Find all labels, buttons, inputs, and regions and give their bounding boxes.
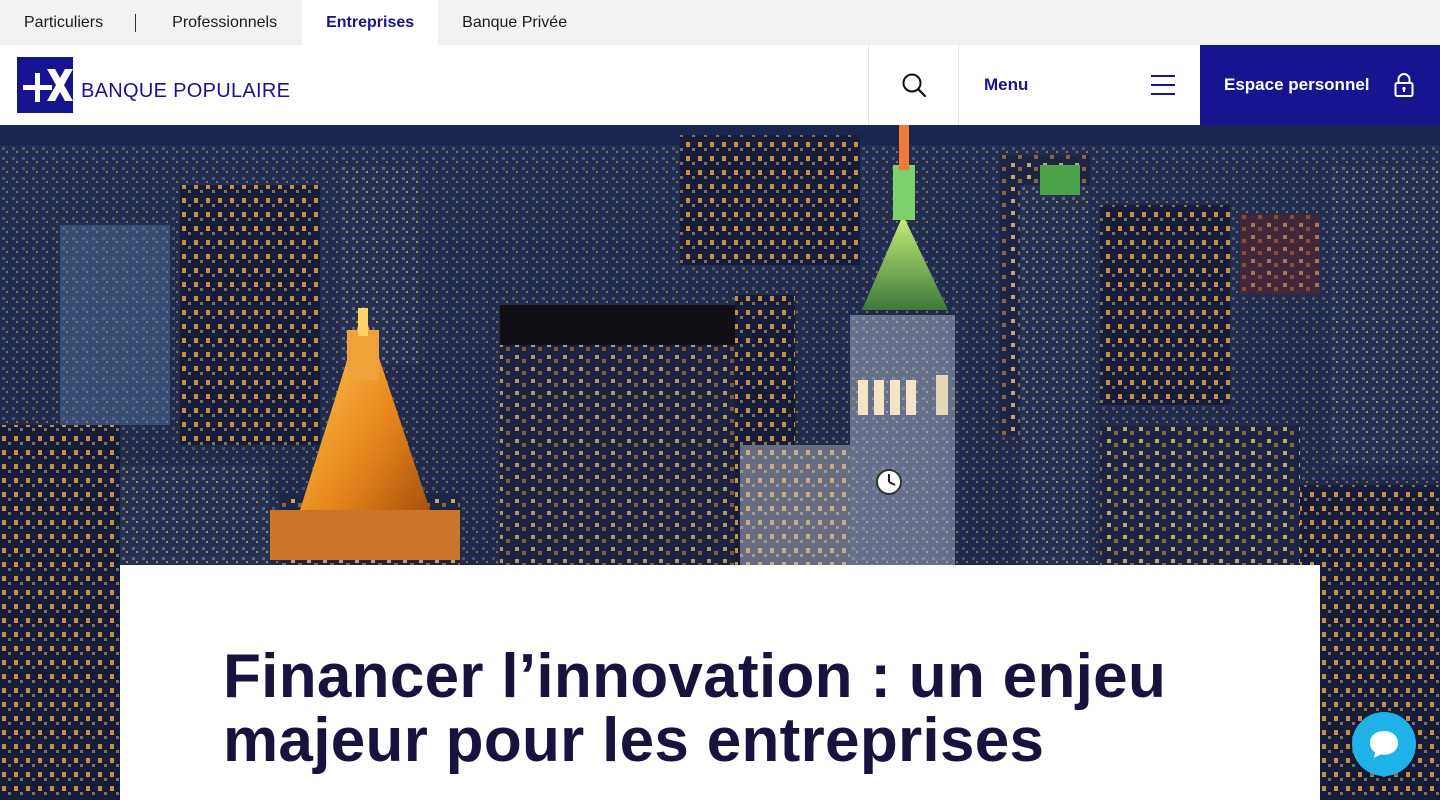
segment-banque-privee[interactable]: Banque Privée <box>438 0 591 45</box>
hamburger-icon <box>1151 75 1175 95</box>
article-title: Financer l’innovation : un enjeu majeur … <box>223 645 1223 773</box>
brand-logo[interactable]: BANQUE POPULAIRE <box>0 45 868 125</box>
site-header: BANQUE POPULAIRE Menu Espace personnel <box>0 45 1440 125</box>
search-icon <box>902 73 926 98</box>
chat-bubble-icon <box>1370 731 1398 758</box>
segment-entreprises[interactable]: Entreprises <box>302 0 439 45</box>
espace-personnel-label: Espace personnel <box>1224 75 1370 94</box>
menu-label: Menu <box>984 75 1029 94</box>
lock-icon <box>1394 73 1414 97</box>
chat-button[interactable] <box>1352 712 1416 776</box>
article-card: Financer l’innovation : un enjeu majeur … <box>120 565 1320 800</box>
espace-personnel-button[interactable]: Espace personnel <box>1200 45 1440 125</box>
menu-button[interactable]: Menu <box>959 45 1200 125</box>
article-title-line-1: Financer l’innovation : un enjeu <box>223 642 1167 711</box>
brand-name: BANQUE POPULAIRE <box>81 79 291 102</box>
banque-populaire-logo-mark <box>17 57 73 113</box>
search-button[interactable] <box>868 45 959 125</box>
segment-particuliers[interactable]: Particuliers <box>0 0 135 45</box>
segment-professionnels[interactable]: Professionnels <box>136 0 302 45</box>
segment-bar: Particuliers Professionnels Entreprises … <box>0 0 1440 45</box>
article-title-line-2: majeur pour les entreprises <box>223 706 1045 775</box>
